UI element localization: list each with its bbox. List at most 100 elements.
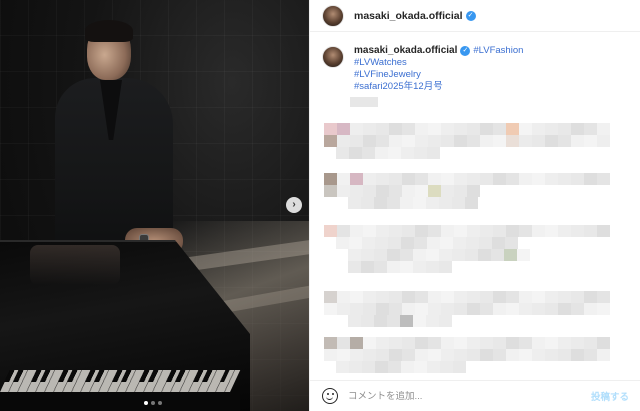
blur-pixel (441, 337, 454, 349)
blur-pixel (519, 303, 532, 315)
blur-pixel (363, 135, 376, 147)
blur-pixel (376, 173, 389, 185)
blur-pixel (376, 225, 389, 237)
blur-pixel (337, 123, 350, 135)
blur-pixel (324, 123, 337, 135)
blur-pixel (427, 237, 440, 249)
post-comment-button[interactable]: 投稿する (591, 389, 629, 403)
blur-pixel (388, 361, 401, 373)
blur-pixel (454, 185, 467, 197)
blur-pixel (376, 349, 389, 361)
carousel-next-button[interactable]: › (286, 197, 302, 213)
blur-pixel (350, 303, 363, 315)
blur-pixel (324, 185, 337, 197)
blur-pixel (493, 291, 506, 303)
blur-pixel (441, 185, 454, 197)
blur-pixel (324, 173, 337, 185)
photo-person (55, 20, 185, 260)
blur-pixel (441, 135, 454, 147)
blur-pixel (465, 197, 478, 209)
blur-pixel (506, 303, 519, 315)
blur-pixel (558, 173, 571, 185)
blur-pixel (324, 349, 337, 361)
blur-pixel (350, 135, 363, 147)
blur-pixel (350, 349, 363, 361)
blur-pixel (532, 173, 545, 185)
blur-pixel (348, 315, 361, 327)
blur-pixel (454, 349, 467, 361)
blur-pixel (506, 349, 519, 361)
blur-pixel (350, 123, 363, 135)
avatar[interactable] (322, 4, 344, 27)
blur-pixel (402, 173, 415, 185)
post-details-panel: masaki_okada.official ✓ masaki_okada.off… (309, 0, 640, 411)
blur-pixel (350, 337, 363, 349)
blur-pixel (467, 349, 480, 361)
blur-pixel (439, 261, 452, 273)
blur-pixel (454, 135, 467, 147)
blur-pixel (426, 197, 439, 209)
blur-pixel (426, 249, 439, 261)
blur-pixel (337, 349, 350, 361)
blur-pixel (493, 303, 506, 315)
blur-pixel (545, 225, 558, 237)
blur-pixel (414, 361, 427, 373)
blur-pixel (571, 337, 584, 349)
photo-piano-black-keys (4, 370, 230, 382)
blur-pixel (389, 303, 402, 315)
blur-pixel (348, 261, 361, 273)
blur-pixel (532, 349, 545, 361)
blur-pixel (402, 303, 415, 315)
comment-input[interactable] (348, 390, 591, 402)
post-image[interactable]: › (0, 0, 309, 411)
blur-pixel (402, 123, 415, 135)
blur-pixel (584, 303, 597, 315)
blur-pixel (441, 291, 454, 303)
blur-pixel (480, 337, 493, 349)
comment-composer: 投稿する (310, 380, 640, 411)
blur-pixel (387, 261, 400, 273)
blur-pixel (519, 123, 532, 135)
blur-pixel (350, 185, 363, 197)
blur-pixel (597, 173, 610, 185)
blur-pixel (480, 291, 493, 303)
blur-pixel (504, 249, 517, 261)
photo-piano-front (0, 392, 240, 411)
blur-pixel (467, 291, 480, 303)
blur-pixel (545, 337, 558, 349)
blur-pixel (361, 315, 374, 327)
blur-pixel (558, 123, 571, 135)
blur-pixel (337, 135, 350, 147)
blur-pixel (558, 337, 571, 349)
blur-pixel (428, 123, 441, 135)
blur-pixel (400, 249, 413, 261)
blur-pixel (415, 349, 428, 361)
blur-pixel (389, 291, 402, 303)
blur-pixel (363, 123, 376, 135)
blur-pixel (532, 337, 545, 349)
blur-pixel (363, 185, 376, 197)
blur-pixel (519, 349, 532, 361)
blur-pixel (519, 135, 532, 147)
blur-pixel (440, 361, 453, 373)
blur-pixel (362, 361, 375, 373)
header-username[interactable]: masaki_okada.official (354, 10, 463, 22)
blur-pixel (363, 291, 376, 303)
blur-pixel (402, 291, 415, 303)
blur-pixel (467, 303, 480, 315)
blur-pixel (584, 337, 597, 349)
blur-pixel (349, 147, 362, 159)
blur-pixel (480, 123, 493, 135)
blur-pixel (493, 123, 506, 135)
blur-pixel (324, 291, 337, 303)
blur-pixel (376, 303, 389, 315)
blur-pixel (428, 225, 441, 237)
blur-pixel (350, 173, 363, 185)
emoji-icon[interactable] (322, 388, 338, 404)
post-header: masaki_okada.official ✓ (310, 0, 640, 32)
blur-pixel (337, 337, 350, 349)
blur-pixel (532, 291, 545, 303)
blur-pixel (506, 123, 519, 135)
blur-pixel (428, 337, 441, 349)
blur-pixel (363, 303, 376, 315)
